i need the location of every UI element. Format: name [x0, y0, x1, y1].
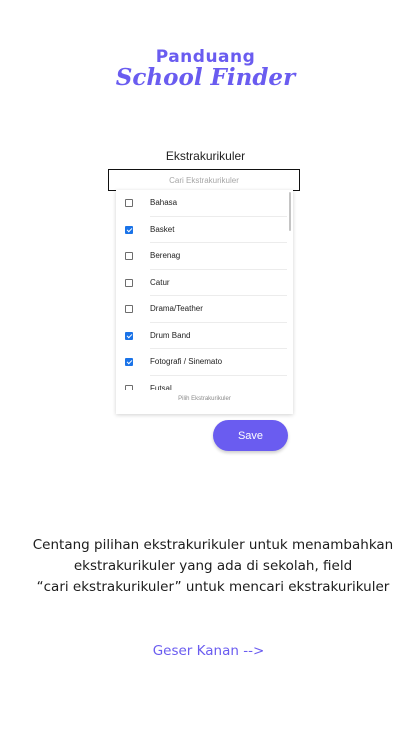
- list-item[interactable]: Futsal: [116, 376, 293, 391]
- checkbox[interactable]: [125, 384, 133, 390]
- checkbox[interactable]: [125, 358, 133, 366]
- list-item[interactable]: Fotografi / Sinemato: [116, 349, 293, 376]
- save-button[interactable]: Save: [213, 420, 288, 451]
- swipe-right-link[interactable]: Geser Kanan -->: [0, 643, 411, 659]
- list-item-label: Berenag: [150, 251, 181, 260]
- list-item-label: Basket: [150, 224, 175, 234]
- list-scroll-area[interactable]: Bahasa Basket Berenag Catur Drama/Teather Dru…: [116, 190, 293, 390]
- list-item-label: Bahasa: [150, 198, 178, 207]
- list-item-label: Futsal: [150, 383, 172, 391]
- instruction-text: Centang pilihan ekstrakurikuler untuk me…: [0, 535, 411, 598]
- list-item[interactable]: Bahasa: [116, 190, 293, 217]
- search-input[interactable]: [108, 169, 300, 191]
- list-item-label: Fotografi / Sinemato: [150, 357, 223, 366]
- list-item[interactable]: Drama/Teather: [116, 296, 293, 323]
- panel-title: Ekstrakurikuler: [165, 149, 246, 163]
- checkbox[interactable]: [125, 305, 133, 313]
- list-item[interactable]: Basket: [116, 217, 293, 243]
- list-item[interactable]: Drum Band: [116, 323, 293, 349]
- checkbox[interactable]: [125, 252, 133, 260]
- checkbox[interactable]: [125, 225, 133, 234]
- checkbox[interactable]: [125, 331, 133, 340]
- list-item[interactable]: Catur: [116, 270, 293, 296]
- list-item-label: Drum Band: [150, 330, 191, 340]
- list-footer: Pilih Ekstrakurikuler: [178, 396, 231, 402]
- list-scrollbar[interactable]: [289, 192, 291, 231]
- extracurricular-list: Bahasa Basket Berenag Catur Drama/Teather Dru…: [116, 190, 293, 414]
- logo-line-2: School Finder: [115, 64, 296, 91]
- checkbox[interactable]: [125, 278, 133, 287]
- app-logo: Panduang School Finder: [0, 46, 411, 90]
- list-item-label: Drama/Teather: [150, 304, 203, 313]
- list-item[interactable]: Berenag: [116, 243, 293, 270]
- instruction-line-3: “cari ekstrakurikuler” untuk mencari eks…: [36, 579, 390, 595]
- instruction-line-2: ekstrakurikuler yang ada di sekolah, fie…: [73, 558, 353, 574]
- checkbox[interactable]: [125, 199, 133, 207]
- list-item-label: Catur: [150, 277, 170, 287]
- instruction-line-1: Centang pilihan ekstrakurikuler untuk me…: [32, 537, 394, 553]
